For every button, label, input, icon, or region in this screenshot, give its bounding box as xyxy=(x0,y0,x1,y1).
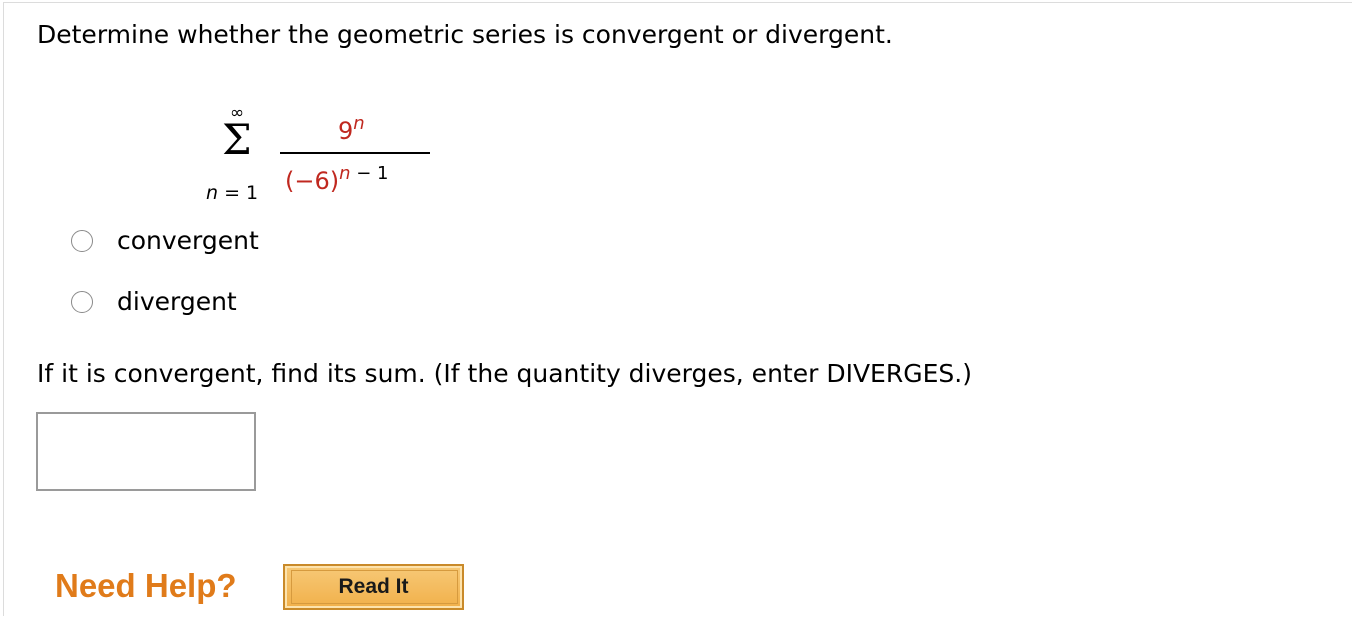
index-variable: n xyxy=(206,182,219,204)
denominator-exponent: n − 1 xyxy=(339,163,388,184)
option-convergent-label: convergent xyxy=(117,226,259,255)
sigma-symbol: Σ xyxy=(222,115,252,164)
numerator-base: 9 xyxy=(338,117,354,145)
fraction-bar xyxy=(280,152,430,154)
sum-answer-input[interactable] xyxy=(36,412,256,491)
denominator-exponent-rest: − 1 xyxy=(350,163,389,184)
question-text: Determine whether the geometric series i… xyxy=(37,20,893,49)
sum-lower-limit: n = 1 xyxy=(206,182,258,204)
option-divergent-label: divergent xyxy=(117,287,237,316)
need-help-label: Need Help? xyxy=(55,567,237,604)
radio-divergent[interactable] xyxy=(71,291,93,313)
fraction-numerator: 9n xyxy=(338,113,365,146)
denominator-base: (−6) xyxy=(285,167,340,195)
sum-prompt: If it is convergent, find its sum. (If t… xyxy=(37,359,972,388)
read-it-label: Read It xyxy=(338,575,409,598)
read-it-button[interactable]: Read It xyxy=(283,564,464,610)
series-expression: ∞ Σ n = 1 9n (−6)n − 1 xyxy=(200,104,440,204)
lower-limit-value: = 1 xyxy=(218,182,259,204)
denominator-exponent-var: n xyxy=(339,163,351,184)
fraction-denominator: (−6)n − 1 xyxy=(285,163,389,196)
option-divergent[interactable]: divergent xyxy=(71,285,237,319)
numerator-exponent: n xyxy=(353,113,365,134)
option-convergent[interactable]: convergent xyxy=(71,224,259,258)
radio-convergent[interactable] xyxy=(71,230,93,252)
